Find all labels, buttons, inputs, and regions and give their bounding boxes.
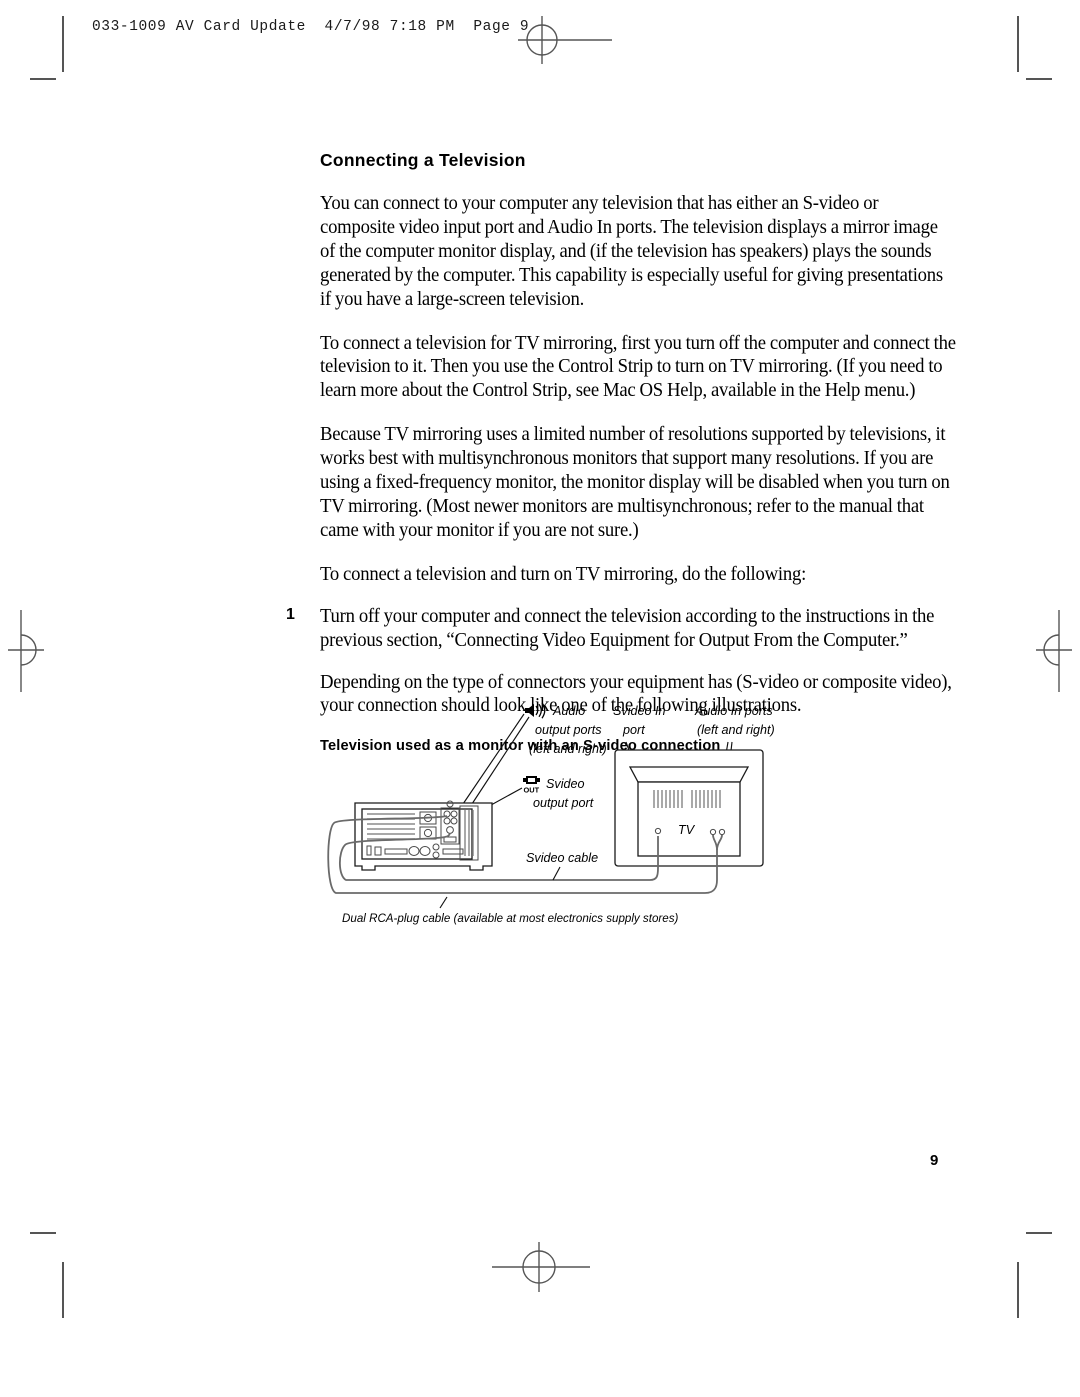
figure-caption: Dual RCA-plug cable (available at most e… <box>342 896 679 925</box>
paragraph-mirroring-setup: To connect a television for TV mirroring… <box>320 332 956 402</box>
tv-label: TV <box>678 823 696 837</box>
paragraph-intro: You can connect to your computer any tel… <box>320 193 943 310</box>
figure-caption-text: Dual RCA-plug cable (available at most e… <box>342 912 679 925</box>
page-number: 9 <box>930 1152 939 1169</box>
crop-mark-top-left-horizontal <box>30 78 56 80</box>
numbered-step-1: 1 Turn off your computer and connect the… <box>286 605 956 653</box>
label-audio-output-line2: output ports <box>535 723 602 737</box>
registration-mark-left-edge <box>0 600 62 700</box>
label-audio-in-line2: (left and right) <box>697 723 775 737</box>
crop-mark-top-right-vertical <box>1017 16 1019 72</box>
television-graphic: TV <box>614 749 764 867</box>
page-title: Connecting a Television <box>320 150 526 170</box>
svg-text:OUT: OUT <box>524 786 540 795</box>
crop-mark-bottom-right-vertical <box>1017 1262 1019 1318</box>
crop-mark-bottom-left-horizontal <box>30 1232 56 1234</box>
svideo-connection-illustration: .lbl { font-size: 12.6px; font-style: it… <box>320 690 790 945</box>
crop-mark-top-right-horizontal <box>1026 78 1052 80</box>
crop-mark-bottom-left-vertical <box>62 1262 64 1318</box>
label-svideo-output-line1: Svideo <box>546 777 585 791</box>
main-text-column: Connecting a Television You can connect … <box>286 150 956 758</box>
label-audio-in-line1: Audio In ports <box>694 704 773 718</box>
label-audio-output-line3: (left and right) <box>529 742 607 756</box>
crop-mark-bottom-right-horizontal <box>1026 1232 1052 1234</box>
crop-mark-top-left-vertical <box>62 16 64 72</box>
paragraph-resolution-note: Because TV mirroring uses a limited numb… <box>320 424 950 541</box>
registration-mark-right-edge <box>1018 600 1080 700</box>
label-svideo-in-line1: Svideo In <box>613 704 666 718</box>
registration-mark-bottom-center <box>482 1236 600 1298</box>
label-svideo-cable: Svideo cable <box>526 851 598 881</box>
label-svideo-in-line2: port <box>622 723 645 737</box>
label-svideo-output-line2: output port <box>533 796 594 810</box>
video-out-icon: OUT <box>523 776 540 795</box>
computer-graphic <box>354 800 493 871</box>
label-audio-output-line1: Audio <box>552 704 585 718</box>
speaker-icon <box>525 702 546 719</box>
step-text: Turn off your computer and connect the t… <box>320 605 935 651</box>
label-svideo-cable-text: Svideo cable <box>526 851 598 865</box>
paragraph-do-the-following: To connect a television and turn on TV m… <box>320 563 807 585</box>
print-slug-header: 033-1009 AV Card Update 4/7/98 7:18 PM P… <box>92 19 530 35</box>
document-page: 033-1009 AV Card Update 4/7/98 7:18 PM P… <box>0 0 1080 1397</box>
step-number: 1 <box>286 605 295 623</box>
